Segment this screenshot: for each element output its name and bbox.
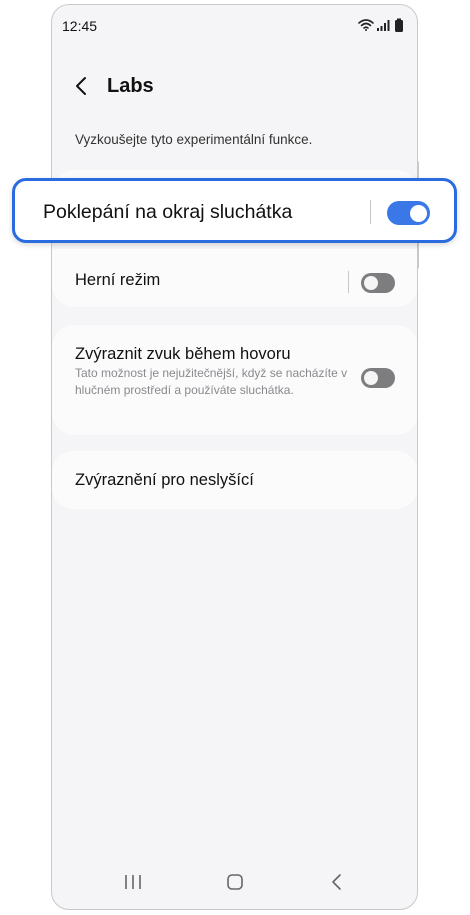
setting-label: Herní režim <box>75 271 161 289</box>
back-button[interactable] <box>70 74 94 98</box>
phone-screen: 12:45 Labs Vyzkoušejte tyto experimentál… <box>51 4 418 910</box>
wifi-icon <box>358 19 374 31</box>
toggle-knob <box>364 276 378 290</box>
home-button[interactable] <box>222 871 248 893</box>
setting-hearing-enhance[interactable]: Zvýraznění pro neslyšící <box>52 451 417 509</box>
page-header: Labs <box>52 65 417 105</box>
setting-description: Tato možnost je nejužitečnější, když se … <box>75 366 348 397</box>
back-nav-icon <box>332 874 341 890</box>
status-icons <box>357 17 407 33</box>
divider <box>348 271 349 293</box>
recent-apps-button[interactable] <box>120 871 146 893</box>
signal-icon <box>377 20 390 31</box>
home-icon <box>227 874 243 890</box>
tap-edge-toggle[interactable] <box>387 201 430 225</box>
back-nav-button[interactable] <box>324 871 350 893</box>
status-time: 12:45 <box>62 18 98 34</box>
toggle-knob <box>409 204 427 222</box>
setting-label: Zvýraznit zvuk během hovoru <box>75 345 291 363</box>
setting-label: Zvýraznění pro neslyšící <box>75 471 254 489</box>
call-enhance-toggle[interactable] <box>361 368 395 388</box>
divider <box>370 200 371 224</box>
highlighted-setting-label: Poklepání na okraj sluchátka <box>43 201 293 223</box>
navigation-bar <box>52 859 417 909</box>
back-arrow-icon <box>76 77 86 95</box>
highlighted-setting-tap-edge[interactable]: Poklepání na okraj sluchátka <box>12 178 457 243</box>
setting-call-enhance[interactable]: Zvýraznit zvuk během hovoru Tato možnost… <box>52 325 417 435</box>
intro-text: Vyzkoušejte tyto experimentální funkce. <box>75 132 313 147</box>
setting-game-mode[interactable]: Herní režim <box>52 249 417 307</box>
game-mode-toggle[interactable] <box>361 273 395 293</box>
recent-apps-icon <box>125 875 141 889</box>
page-title: Labs <box>107 75 154 97</box>
toggle-knob <box>364 371 378 385</box>
battery-icon <box>395 18 403 32</box>
